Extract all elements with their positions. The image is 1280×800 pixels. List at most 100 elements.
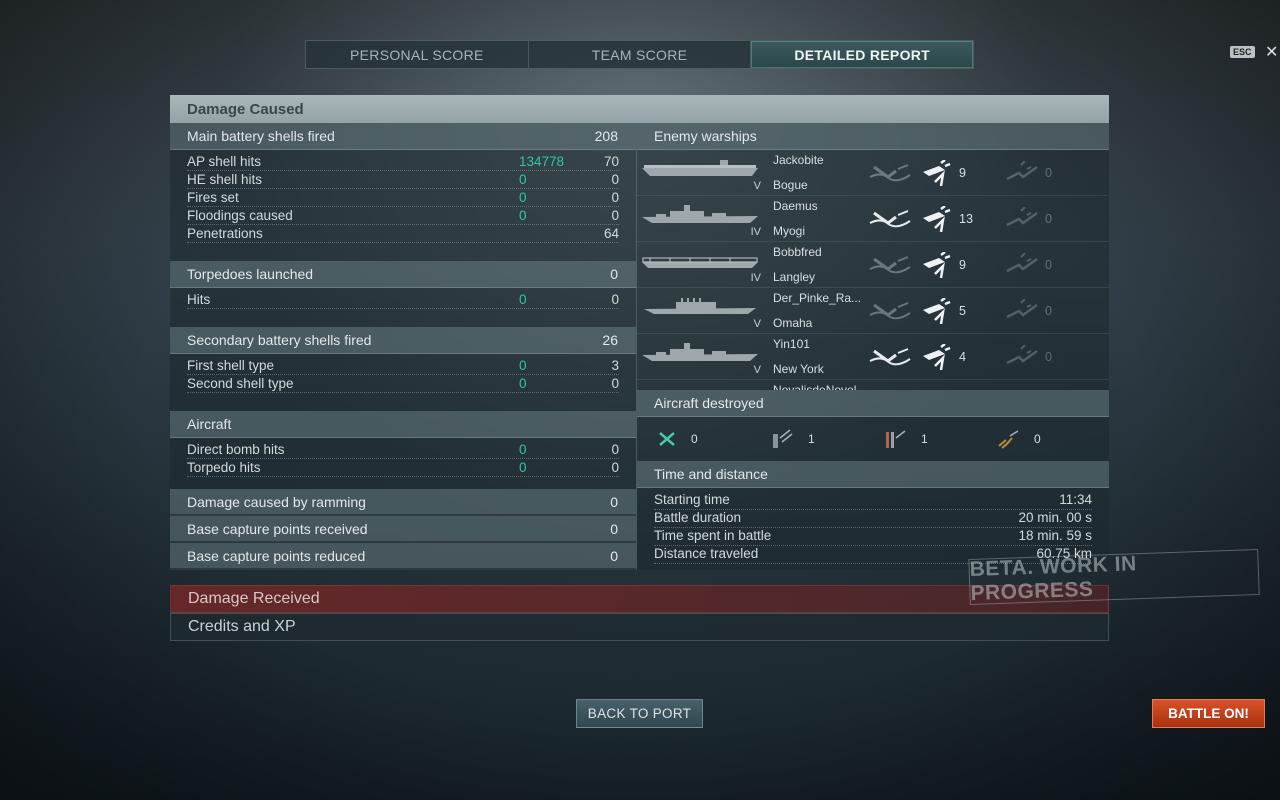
player-name: Jackobite <box>773 152 824 167</box>
hits-cell <box>913 159 959 187</box>
ship-names: Daemus Myogi <box>767 196 867 242</box>
enemy-ship-row: IV Bobbfred Langley 9 0 <box>637 242 1109 288</box>
stat-label: Direct bomb hits <box>187 442 285 457</box>
ship-hits-count: 9 <box>959 165 966 180</box>
cap-reduced-label: Base capture points reduced <box>187 547 366 564</box>
stat-damage: 0 <box>519 442 527 457</box>
credits-xp-header[interactable]: Credits and XP <box>170 613 1109 641</box>
fire-cell <box>999 297 1045 325</box>
ship-names: Der_Pinke_Ra... Omaha <box>767 288 867 334</box>
stat-value: 0 <box>611 292 619 307</box>
damage-received-header[interactable]: Damage Received <box>170 585 1109 613</box>
ship-silhouette-cell: IV <box>637 242 767 288</box>
stat-value: 0 <box>611 190 619 205</box>
spotter-plane-count: 0 <box>1034 432 1041 446</box>
ramming-label: Damage caused by ramming <box>187 493 366 510</box>
sunk-cell <box>867 297 913 325</box>
dive-bomber-icon <box>773 429 793 448</box>
ship-hits-count: 4 <box>959 349 966 364</box>
enemy-ship-list[interactable]: V Jackobite Bogue 9 0 IV Daemus Myogi 13 0 IV Bobbf… <box>637 150 1109 390</box>
enemy-ship-row: V Yin101 New York 4 0 <box>637 334 1109 380</box>
ship-silhouette <box>642 204 758 223</box>
ship-hits-count: 13 <box>959 211 973 226</box>
report-tabs: PERSONAL SCORE TEAM SCORE DETAILED REPOR… <box>305 40 974 69</box>
torpedoes-label: Torpedoes launched <box>187 266 314 282</box>
ship-name: Omaha <box>773 315 813 330</box>
fire-hits-icon <box>1006 206 1038 226</box>
stat-row: HE shell hits 0 0 <box>187 171 619 189</box>
dive-bomber-stat: 1 <box>770 428 883 450</box>
stat-value: 0 <box>611 442 619 457</box>
ship-silhouette <box>642 342 758 361</box>
stat-value: 3 <box>611 358 619 373</box>
ship-fires-count: 0 <box>1045 349 1052 364</box>
sunk-cell <box>867 205 913 233</box>
ship-silhouette <box>642 159 758 176</box>
stat-damage: 134778 <box>519 154 565 169</box>
enemy-ship-row: V Der_Pinke_Ra... Omaha 5 0 <box>637 288 1109 334</box>
aircraft-destroyed-row: 0 1 1 0 <box>637 417 1109 461</box>
stat-row: Hits 0 0 <box>187 291 619 309</box>
time-label: Battle duration <box>654 510 742 525</box>
damage-stats-column: Main battery shells fired 208 AP shell h… <box>170 123 637 570</box>
fire-cell <box>999 251 1045 279</box>
ship-tier: IV <box>750 225 761 238</box>
secondary-value: 26 <box>602 332 618 348</box>
ship-name: New York <box>773 361 824 376</box>
ship-fires-count: 0 <box>1045 303 1052 318</box>
fire-hits-icon <box>1006 160 1038 180</box>
ship-sunk-icon <box>869 209 911 227</box>
stat-row: Second shell type 0 0 <box>187 375 619 393</box>
shell-hits-icon <box>923 251 951 278</box>
ship-tier: V <box>753 317 761 330</box>
secondary-battery-header: Secondary battery shells fired 26 <box>170 327 636 354</box>
tab-team-score[interactable]: TEAM SCORE <box>529 41 752 68</box>
cap-received-value: 0 <box>610 520 618 537</box>
stat-damage: 0 <box>519 208 527 223</box>
close-icon[interactable]: ✕ <box>1265 42 1278 62</box>
tab-personal-score[interactable]: PERSONAL SCORE <box>306 41 529 68</box>
torpedoes-value: 0 <box>610 266 618 282</box>
ship-fires-count: 0 <box>1045 211 1052 226</box>
secondary-label: Secondary battery shells fired <box>187 332 372 348</box>
aircraft-header: Aircraft <box>170 411 636 438</box>
back-to-port-button[interactable]: BACK TO PORT <box>576 699 703 728</box>
esc-key-hint: ESC <box>1230 46 1255 58</box>
stat-label: HE shell hits <box>187 172 263 187</box>
main-battery-label: Main battery shells fired <box>187 128 335 144</box>
fire-hits-icon <box>1006 252 1038 272</box>
fire-hits-icon <box>1006 344 1038 364</box>
stat-row: Torpedo hits 0 0 <box>187 459 619 477</box>
enemy-ship-row: NovalisdeNovel <box>637 380 1109 390</box>
stat-value: 0 <box>611 172 619 187</box>
hits-cell <box>913 251 959 279</box>
fire-cell <box>999 159 1045 187</box>
aircraft-label: Aircraft <box>187 416 232 432</box>
damage-caused-header[interactable]: Damage Caused <box>170 95 1109 123</box>
fighter-count: 0 <box>691 432 698 446</box>
player-name: Bobbfred <box>773 244 822 259</box>
time-row: Starting time 11:34 <box>654 492 1092 510</box>
tab-detailed-report[interactable]: DETAILED REPORT <box>751 41 974 68</box>
ship-names: Jackobite Bogue <box>767 150 867 196</box>
stat-label: Hits <box>187 292 211 307</box>
fire-hits-icon <box>1006 298 1038 318</box>
stat-label: Floodings caused <box>187 208 293 223</box>
player-name: Daemus <box>773 198 818 213</box>
ship-name: Langley <box>773 269 816 284</box>
enemy-ship-row: V Jackobite Bogue 9 0 <box>637 150 1109 196</box>
stat-damage: 0 <box>519 460 527 475</box>
enemy-warships-header: Enemy warships <box>637 123 1109 150</box>
beta-watermark: BETA. WORK IN PROGRESS <box>968 548 1260 606</box>
ramming-row: Damage caused by ramming 0 <box>170 489 636 516</box>
stat-damage: 0 <box>519 172 527 187</box>
stat-row: Floodings caused 0 0 <box>187 207 619 225</box>
hits-cell <box>913 205 959 233</box>
ship-tier: V <box>753 179 761 192</box>
battle-on-button[interactable]: BATTLE ON! <box>1152 699 1265 728</box>
stat-value: 64 <box>603 226 619 241</box>
stat-row: Penetrations 64 <box>187 225 619 243</box>
ship-names: Bobbfred Langley <box>767 242 867 288</box>
main-battery-value: 208 <box>594 128 618 144</box>
time-value: 11:34 <box>1059 492 1092 507</box>
